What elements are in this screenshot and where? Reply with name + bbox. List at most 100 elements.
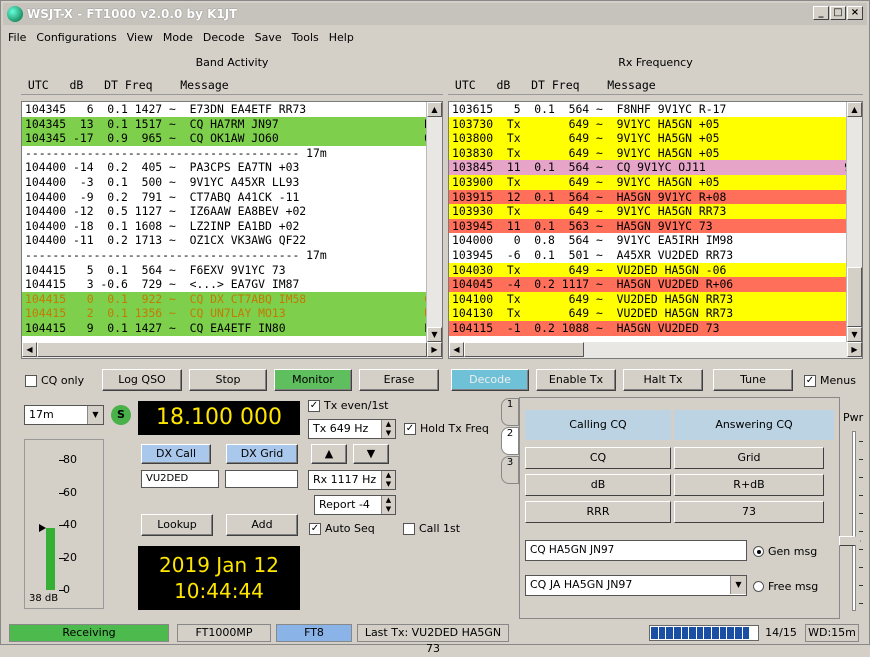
menu-view[interactable]: View (122, 31, 158, 44)
checkbox-box[interactable]: ✓ (804, 374, 816, 387)
gen-msg-input[interactable]: CQ HA5GN JN97 (525, 540, 747, 561)
menu-save[interactable]: Save (250, 31, 287, 44)
decode-row[interactable]: 104045 -4 0.2 1117 ~ HA5GN VU2DED R+06 (449, 277, 862, 292)
band-select[interactable]: 17m ▼ (24, 405, 104, 425)
rrr-button[interactable]: RRR (525, 501, 671, 523)
enable-tx-button[interactable]: Enable Tx (536, 369, 616, 391)
decode-row[interactable]: 103800 Tx 649 ~ 9V1YC HA5GN +05 (449, 131, 862, 146)
scroll-right-icon[interactable]: ▶ (847, 342, 862, 357)
monitor-button[interactable]: Monitor (274, 369, 352, 391)
menu-configurations[interactable]: Configurations (31, 31, 121, 44)
decode-row[interactable]: 103945 11 0.1 563 ~ HA5GN 9V1YC 73 (449, 218, 862, 234)
tab-1[interactable]: 1 (501, 398, 519, 426)
decode-row[interactable]: 104400 -11 0.2 1713 ~ OZ1CX VK3AWG QF22 (22, 233, 442, 248)
band-horizontal-scrollbar[interactable]: ◀ ▶ (22, 342, 442, 358)
tx-frequency-spinbox[interactable]: Tx 649 Hz ▲ ▼ (308, 419, 396, 439)
spin-arrows-icon[interactable]: ▲ ▼ (381, 471, 395, 489)
free-msg-combo[interactable]: CQ JA HA5GN JN97 ▼ (525, 575, 747, 596)
rx-frequency-list[interactable]: 103615 5 0.1 564 ~ F8NHF 9V1YC R-17 10373… (448, 101, 863, 359)
decode-row[interactable]: 104115 -1 0.2 1088 ~ HA5GN VU2DED 73 (449, 320, 862, 336)
dx-call-button[interactable]: DX Call (141, 444, 211, 464)
rx-frequency-spinbox[interactable]: Rx 1117 Hz ▲ ▼ (308, 470, 396, 490)
lookup-button[interactable]: Lookup (141, 514, 213, 536)
gen-msg-radio[interactable]: Gen msg (753, 545, 817, 558)
scroll-up-icon[interactable]: ▲ (427, 102, 442, 117)
decode-row[interactable]: 104415 0 0.1 922 ~ CQ DX CT7ABQ IM58CT (22, 291, 442, 307)
log-qso-button[interactable]: Log QSO (102, 369, 182, 391)
decode-row[interactable]: 104100 Tx 649 ~ VU2DED HA5GN RR73 (449, 291, 862, 307)
dx-grid-button[interactable]: DX Grid (226, 444, 298, 464)
radio-unselected-icon[interactable] (753, 581, 764, 592)
checkbox-box[interactable]: ✓ (308, 399, 320, 412)
spin-arrows-icon[interactable]: ▲ ▼ (381, 420, 395, 438)
stop-button[interactable]: Stop (189, 369, 267, 391)
scroll-left-icon[interactable]: ◀ (22, 342, 37, 357)
menu-mode[interactable]: Mode (158, 31, 198, 44)
scroll-down-icon[interactable]: ▼ (427, 327, 442, 342)
decode-row[interactable]: 104415 9 0.1 1427 ~ CQ EA4ETF IN80EA (22, 320, 442, 336)
decode-row[interactable]: 103845 11 0.1 564 ~ CQ 9V1YC OJ119V (449, 160, 862, 175)
decode-row[interactable]: 103730 Tx 649 ~ 9V1YC HA5GN +05 (449, 116, 862, 132)
decode-row[interactable]: 104130 Tx 649 ~ VU2DED HA5GN RR73 (449, 306, 862, 321)
decode-row[interactable]: 103915 12 0.1 564 ~ HA5GN 9V1YC R+08 (449, 189, 862, 205)
seventy-three-button[interactable]: 73 (674, 501, 824, 523)
cq-button[interactable]: CQ (525, 447, 671, 469)
decode-row[interactable]: 104400 -14 0.2 405 ~ PA3CPS EA7TN +03 (22, 160, 442, 175)
chevron-down-icon[interactable]: ▼ (730, 576, 746, 594)
halt-tx-button[interactable]: Halt Tx (623, 369, 703, 391)
scroll-up-icon[interactable]: ▲ (847, 102, 862, 117)
decode-row[interactable]: 104415 5 0.1 564 ~ F6EXV 9V1YC 73 (22, 263, 442, 278)
menu-file[interactable]: File (3, 31, 31, 44)
chevron-down-icon[interactable]: ▼ (87, 406, 103, 424)
checkbox-box[interactable] (403, 522, 415, 535)
tx-even-checkbox[interactable]: ✓ Tx even/1st (308, 399, 389, 412)
close-button[interactable]: × (847, 6, 863, 20)
band-separator-row[interactable]: ----------------------------------------… (22, 248, 442, 263)
dx-grid-input[interactable] (225, 470, 298, 488)
up-arrow-button[interactable]: ▲ (311, 444, 347, 464)
decode-row[interactable]: 103830 Tx 649 ~ 9V1YC HA5GN +05 (449, 145, 862, 161)
spin-arrows-icon[interactable]: ▲ ▼ (381, 496, 395, 514)
band-vertical-scrollbar[interactable]: ▲ ▼ (426, 102, 442, 342)
decode-row[interactable]: 104415 3 -0.6 729 ~ <...> EA7GV IM87 (22, 277, 442, 292)
rx-hscroll-thumb[interactable] (464, 342, 584, 357)
decode-row[interactable]: 104400 -12 0.5 1127 ~ IZ6AAW EA8BEV +02 (22, 204, 442, 219)
decode-row[interactable]: 103930 Tx 649 ~ 9V1YC HA5GN RR73 (449, 204, 862, 219)
decode-row[interactable]: 104400 -9 0.2 791 ~ CT7ABQ A41CK -11 (22, 190, 442, 205)
decode-row[interactable]: 104400 -3 0.1 500 ~ 9V1YC A45XR LL93 (22, 175, 442, 190)
rx-vscroll-thumb[interactable] (847, 267, 862, 327)
scroll-down-icon[interactable]: ▼ (847, 327, 862, 342)
call-1st-checkbox[interactable]: Call 1st (403, 522, 460, 535)
decode-button[interactable]: Decode (451, 369, 529, 391)
band-activity-list[interactable]: 104345 6 0.1 1427 ~ E73DN EA4ETF RR73 104… (21, 101, 443, 359)
decode-row[interactable]: 104345 6 0.1 1427 ~ E73DN EA4ETF RR73 (22, 102, 442, 117)
add-button[interactable]: Add (226, 514, 298, 536)
decode-row[interactable]: 104415 2 0.1 1356 ~ CQ UN7LAY MO13UN (22, 306, 442, 321)
grid-button[interactable]: Grid (674, 447, 824, 469)
menu-help[interactable]: Help (324, 31, 359, 44)
rx-vertical-scrollbar[interactable]: ▲ ▼ (846, 102, 862, 342)
checkbox-box[interactable]: ✓ (404, 422, 416, 435)
radio-selected-icon[interactable] (753, 546, 764, 557)
tune-button[interactable]: Tune (713, 369, 793, 391)
auto-seq-checkbox[interactable]: ✓ Auto Seq (309, 522, 375, 535)
decode-row[interactable]: 104000 0 0.8 564 ~ 9V1YC EA5IRH IM98 (449, 233, 862, 248)
scroll-left-icon[interactable]: ◀ (449, 342, 464, 357)
band-separator-row[interactable]: ----------------------------------------… (22, 146, 442, 161)
decode-row[interactable]: 104345 -17 0.9 965 ~ CQ OK1AW JO60OK (22, 131, 442, 146)
decode-row[interactable]: 104345 13 0.1 1517 ~ CQ HA7RM JN97HA (22, 116, 442, 132)
checkbox-box[interactable]: ✓ (309, 522, 321, 535)
r-db-button[interactable]: R+dB (674, 474, 824, 496)
decode-row[interactable]: 103945 -6 0.1 501 ~ A45XR VU2DED RR73 (449, 248, 862, 263)
free-msg-radio[interactable]: Free msg (753, 580, 818, 593)
decode-row[interactable]: 103900 Tx 649 ~ 9V1YC HA5GN +05 (449, 174, 862, 190)
scroll-right-icon[interactable]: ▶ (427, 342, 442, 357)
db-button[interactable]: dB (525, 474, 671, 496)
report-spinbox[interactable]: Report -4 ▲ ▼ (314, 495, 396, 515)
minimize-button[interactable]: _ (813, 6, 829, 20)
down-arrow-button[interactable]: ▼ (353, 444, 389, 464)
band-hscroll-thumb[interactable] (37, 342, 427, 357)
decode-row[interactable]: 104030 Tx 649 ~ VU2DED HA5GN -06 (449, 262, 862, 278)
tab-2[interactable]: 2 (501, 427, 519, 455)
cq-only-checkbox[interactable]: CQ only (25, 374, 84, 387)
